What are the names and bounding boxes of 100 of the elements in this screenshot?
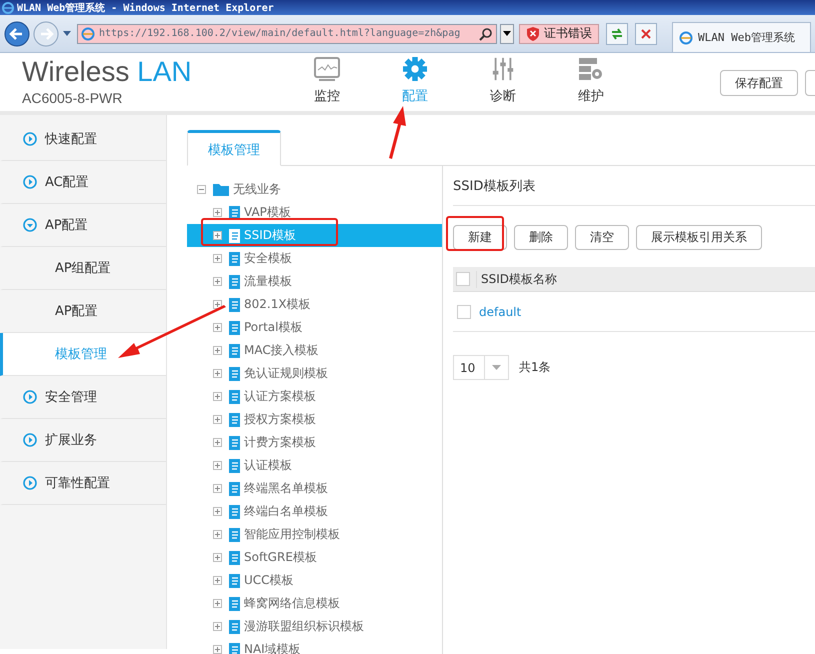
stop-button[interactable] <box>635 22 657 44</box>
document-icon <box>229 550 240 564</box>
document-icon <box>229 620 240 634</box>
browser-tab[interactable]: WLAN Web管理系统 <box>672 22 811 52</box>
document-icon <box>229 528 240 542</box>
sidebar-item[interactable]: 模板管理 <box>0 333 166 376</box>
refresh-icon <box>610 26 624 40</box>
sidebar-item[interactable]: AP配置 <box>0 204 166 247</box>
column-header: SSID模板名称 <box>476 270 558 288</box>
tree-item[interactable]: SoftGRE模板 <box>187 546 442 569</box>
sidebar-item[interactable]: 安全管理 <box>0 376 166 419</box>
expand-icon <box>213 461 222 470</box>
search-icon <box>479 26 493 40</box>
sidebar-item[interactable]: 可靠性配置 <box>0 462 166 505</box>
action-button[interactable]: 删除 <box>514 225 568 250</box>
sidebar-item[interactable]: 扩展业务 <box>0 419 166 462</box>
close-icon <box>640 28 652 40</box>
tree-item[interactable]: 授权方案模板 <box>187 408 442 431</box>
expand-icon <box>213 530 222 539</box>
tree-item[interactable]: 认证模板 <box>187 454 442 477</box>
expand-icon <box>213 622 222 631</box>
tree-item[interactable]: 终端黑名单模板 <box>187 477 442 500</box>
document-icon <box>229 458 240 472</box>
tree-item[interactable]: 无线业务 <box>187 178 442 201</box>
tree-item[interactable]: 智能应用控制模板 <box>187 523 442 546</box>
logo-text: Wireless LAN <box>22 57 192 87</box>
checkbox[interactable] <box>456 272 470 286</box>
tab[interactable]: 模板管理 <box>187 130 281 166</box>
tree-item[interactable]: 流量模板 <box>187 270 442 293</box>
save-button[interactable]: 保存配置 <box>720 70 798 96</box>
certificate-error-button[interactable]: 证书错误 <box>519 24 599 44</box>
document-icon <box>229 366 240 380</box>
expand-icon <box>213 438 222 447</box>
nav-tab[interactable]: 监控 <box>298 53 356 111</box>
caret-icon <box>492 365 501 370</box>
expand-icon <box>213 553 222 562</box>
document-icon <box>229 206 240 220</box>
dropdown-button[interactable] <box>500 24 514 44</box>
tree-item[interactable]: 漫游联盟组织标识模板 <box>187 615 442 638</box>
caret-icon <box>503 31 511 36</box>
ie-page-icon <box>81 26 95 40</box>
sliders-icon <box>491 57 515 81</box>
chevron-right-icon <box>23 476 37 490</box>
document-icon <box>229 504 240 518</box>
name-link[interactable]: default <box>479 304 522 318</box>
tree-item[interactable]: 蜂窝网络信息模板 <box>187 592 442 615</box>
button[interactable] <box>805 70 815 96</box>
tree-item[interactable]: 计费方案模板 <box>187 431 442 454</box>
document-icon <box>229 642 240 654</box>
document-icon <box>229 274 240 288</box>
tree-item[interactable]: 免认证规则模板 <box>187 362 442 385</box>
sidebar-item[interactable]: 快速配置 <box>0 118 166 161</box>
document-icon <box>229 574 240 588</box>
model-name: AC6005-8-PWR <box>22 90 124 106</box>
document-icon <box>229 320 240 334</box>
expand-icon <box>213 645 222 654</box>
expand-icon <box>213 231 222 240</box>
chevron-right-icon <box>23 390 37 404</box>
expand-icon <box>213 277 222 286</box>
sidebar-item[interactable]: AP组配置 <box>0 247 166 290</box>
chevron-down-icon <box>23 218 37 232</box>
refresh-button[interactable] <box>606 22 628 44</box>
expand-icon <box>213 484 222 493</box>
expand-icon <box>213 415 222 424</box>
tree-item[interactable]: MAC接入模板 <box>187 339 442 362</box>
action-button[interactable]: 新建 <box>453 225 507 250</box>
expand-icon <box>213 208 222 217</box>
back-icon[interactable] <box>4 20 30 46</box>
tree-item[interactable]: 终端白名单模板 <box>187 500 442 523</box>
nav-tab[interactable]: 维护 <box>562 53 620 111</box>
document-icon <box>229 390 240 404</box>
tree-item[interactable]: Portal模板 <box>187 316 442 339</box>
nav-tab[interactable]: 配置 <box>386 53 444 111</box>
panel-title: SSID模板列表 <box>453 166 815 206</box>
tree-item[interactable]: 认证方案模板 <box>187 385 442 408</box>
expand-icon <box>213 254 222 263</box>
expand-icon <box>213 323 222 332</box>
address-field[interactable]: https://192.168.100.2/view/main/default.html?language=zh&pag <box>77 24 497 44</box>
document-icon <box>229 596 240 610</box>
chevron-right-icon <box>23 132 37 146</box>
expand-icon <box>213 576 222 585</box>
annotation-arrow <box>389 106 406 159</box>
action-button[interactable]: 清空 <box>575 225 629 250</box>
shield-icon <box>526 26 540 41</box>
tree-item[interactable]: UCC模板 <box>187 569 442 592</box>
action-button[interactable]: 展示模板引用关系 <box>636 225 762 250</box>
chevron-right-icon <box>23 433 37 447</box>
tree-item[interactable]: VAP模板 <box>187 201 442 224</box>
tree-item[interactable]: 安全模板 <box>187 247 442 270</box>
document-icon <box>229 436 240 450</box>
highlight-frame <box>446 216 504 251</box>
expand-icon <box>213 599 222 608</box>
window-title: WLAN Web管理系统 - Windows Internet Explorer <box>17 2 274 14</box>
nav-tab[interactable]: 诊断 <box>474 53 532 111</box>
sidebar-item[interactable]: AC配置 <box>0 161 166 204</box>
ie-page-icon <box>679 30 693 44</box>
folder-icon <box>213 183 229 196</box>
page-size-select[interactable]: 10 <box>453 355 509 380</box>
dropdown-icon[interactable] <box>62 30 72 38</box>
checkbox[interactable] <box>457 304 471 318</box>
